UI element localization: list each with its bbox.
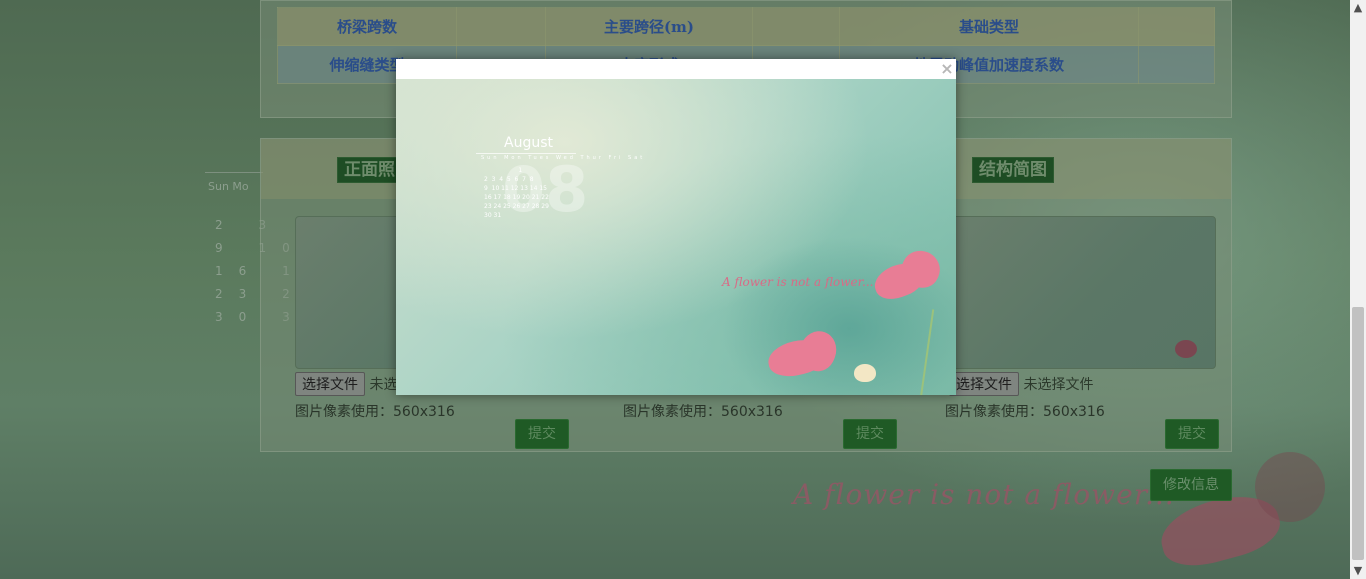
calendar-month: August — [504, 135, 553, 151]
flower-bud — [854, 364, 876, 382]
table-cell — [1138, 45, 1215, 84]
submit-button[interactable]: 提交 — [843, 419, 897, 449]
table-row: 桥梁跨数 主要跨径(m) 基础类型 — [277, 7, 1215, 46]
calendar-day-headers: Sun Mon Tues Wed Thur Fri Sat — [481, 155, 646, 161]
scroll-down-arrow-icon[interactable]: ▼ — [1350, 563, 1366, 579]
table-cell — [1138, 7, 1215, 46]
calendar-divider — [476, 153, 576, 154]
structure-photo-thumbnail — [938, 216, 1216, 369]
scroll-up-arrow-icon[interactable]: ▲ — [1350, 0, 1366, 16]
submit-button[interactable]: 提交 — [515, 419, 569, 449]
choose-file-button[interactable]: 选择文件 — [949, 372, 1019, 396]
flower-decoration — [1175, 340, 1197, 358]
scrollbar-thumb[interactable] — [1352, 307, 1364, 560]
pixel-size-note: 图片像素使用：560x316 — [623, 404, 783, 420]
modify-info-button[interactable]: 修改信息 — [1150, 469, 1232, 501]
preview-image: 08 August Sun Mon Tues Wed Thur Fri Sat … — [396, 79, 956, 395]
table-cell: 桥梁跨数 — [277, 7, 457, 46]
image-script-text: A flower is not a flower... — [722, 275, 874, 289]
vertical-scrollbar[interactable]: ▲ ▼ — [1350, 0, 1366, 579]
background-calendar-header: Sun Mo — [208, 180, 249, 193]
background-calendar-line — [205, 172, 263, 173]
submit-button[interactable]: 提交 — [1165, 419, 1219, 449]
background-script-text: A flower is not a flower... — [793, 478, 1175, 511]
choose-file-button[interactable]: 选择文件 — [295, 372, 365, 396]
background-flower — [1255, 452, 1325, 522]
image-calendar: 08 August Sun Mon Tues Wed Thur Fri Sat … — [476, 135, 642, 226]
table-cell: 主要跨径(m) — [545, 7, 753, 46]
structure-diagram-label: 结构简图 — [972, 157, 1054, 183]
close-icon[interactable]: × — [940, 60, 954, 78]
image-preview-modal: × 08 August Sun Mon Tues Wed Thur Fri Sa… — [396, 59, 956, 395]
table-cell — [752, 7, 840, 46]
table-cell — [456, 7, 546, 46]
table-cell: 基础类型 — [839, 7, 1139, 46]
calendar-dates: 1 2 3 4 5 6 7 8 9 10 11 12 13 14 15 16 1… — [484, 167, 549, 219]
front-photo-label: 正面照 — [337, 157, 402, 183]
pixel-size-note: 图片像素使用：560x316 — [945, 404, 1105, 420]
file-status: 未选择文件 — [1023, 377, 1094, 393]
structure-file-input[interactable]: 选择文件 未选择文件 — [949, 372, 1093, 396]
pixel-size-note: 图片像素使用：560x316 — [295, 404, 455, 420]
